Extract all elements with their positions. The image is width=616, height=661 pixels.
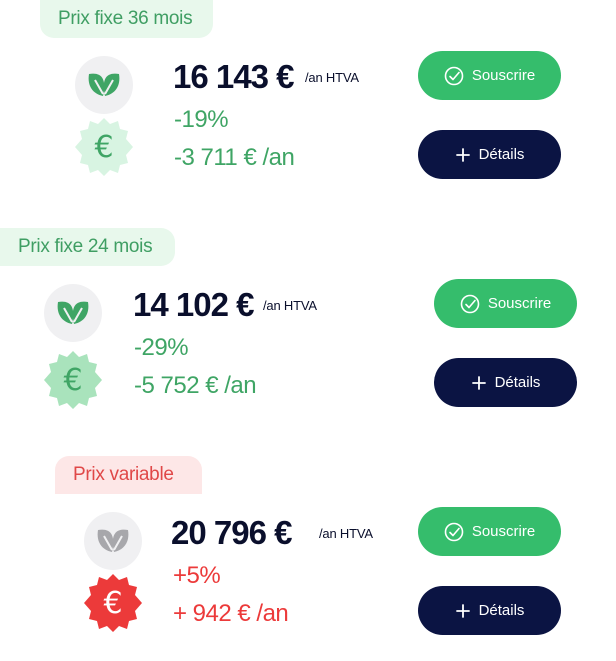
offer-tag: Prix fixe 24 mois — [0, 228, 175, 266]
subscribe-button[interactable]: Souscrire — [418, 507, 561, 556]
details-label: Détails — [478, 146, 525, 163]
details-label: Détails — [494, 374, 541, 391]
details-button[interactable]: Détails — [434, 358, 577, 407]
plus-icon — [455, 603, 471, 619]
check-circle-icon — [460, 294, 480, 314]
offer-tag: Prix fixe 36 mois — [40, 0, 213, 38]
details-button[interactable]: Détails — [418, 586, 561, 635]
price-yearly-change: -5 752 € /an — [134, 372, 257, 399]
euro-badge-icon: € — [75, 118, 133, 176]
details-button[interactable]: Détails — [418, 130, 561, 179]
price-unit: /an HTVA — [319, 526, 373, 541]
euro-badge-icon: € — [44, 351, 102, 409]
check-circle-icon — [444, 522, 464, 542]
euro-badge-icon: € — [84, 574, 142, 632]
price-yearly-change: -3 711 € /an — [174, 144, 295, 171]
plus-icon — [455, 147, 471, 163]
subscribe-label: Souscrire — [471, 67, 536, 84]
subscribe-label: Souscrire — [487, 295, 552, 312]
price-percent-change: -19% — [174, 106, 229, 133]
price-unit: /an HTVA — [305, 70, 359, 85]
details-label: Détails — [478, 602, 525, 619]
offer-price: 14 102 € — [133, 286, 254, 323]
price-percent-change: -29% — [134, 334, 189, 361]
leaf-icon — [44, 284, 102, 342]
offer-tag: Prix variable — [55, 456, 202, 494]
leaf-icon — [84, 512, 142, 570]
euro-symbol: € — [63, 362, 83, 398]
price-percent-change: +5% — [173, 562, 221, 589]
offer-price: 20 796 € — [171, 514, 292, 551]
plus-icon — [471, 375, 487, 391]
offer-price: 16 143 € — [173, 58, 294, 95]
leaf-icon — [75, 56, 133, 114]
subscribe-button[interactable]: Souscrire — [434, 279, 577, 328]
price-yearly-change: + 942 € /an — [173, 600, 289, 627]
check-circle-icon — [444, 66, 464, 86]
euro-symbol: € — [103, 585, 123, 621]
subscribe-button[interactable]: Souscrire — [418, 51, 561, 100]
subscribe-label: Souscrire — [471, 523, 536, 540]
euro-symbol: € — [94, 129, 114, 165]
price-unit: /an HTVA — [263, 298, 317, 313]
